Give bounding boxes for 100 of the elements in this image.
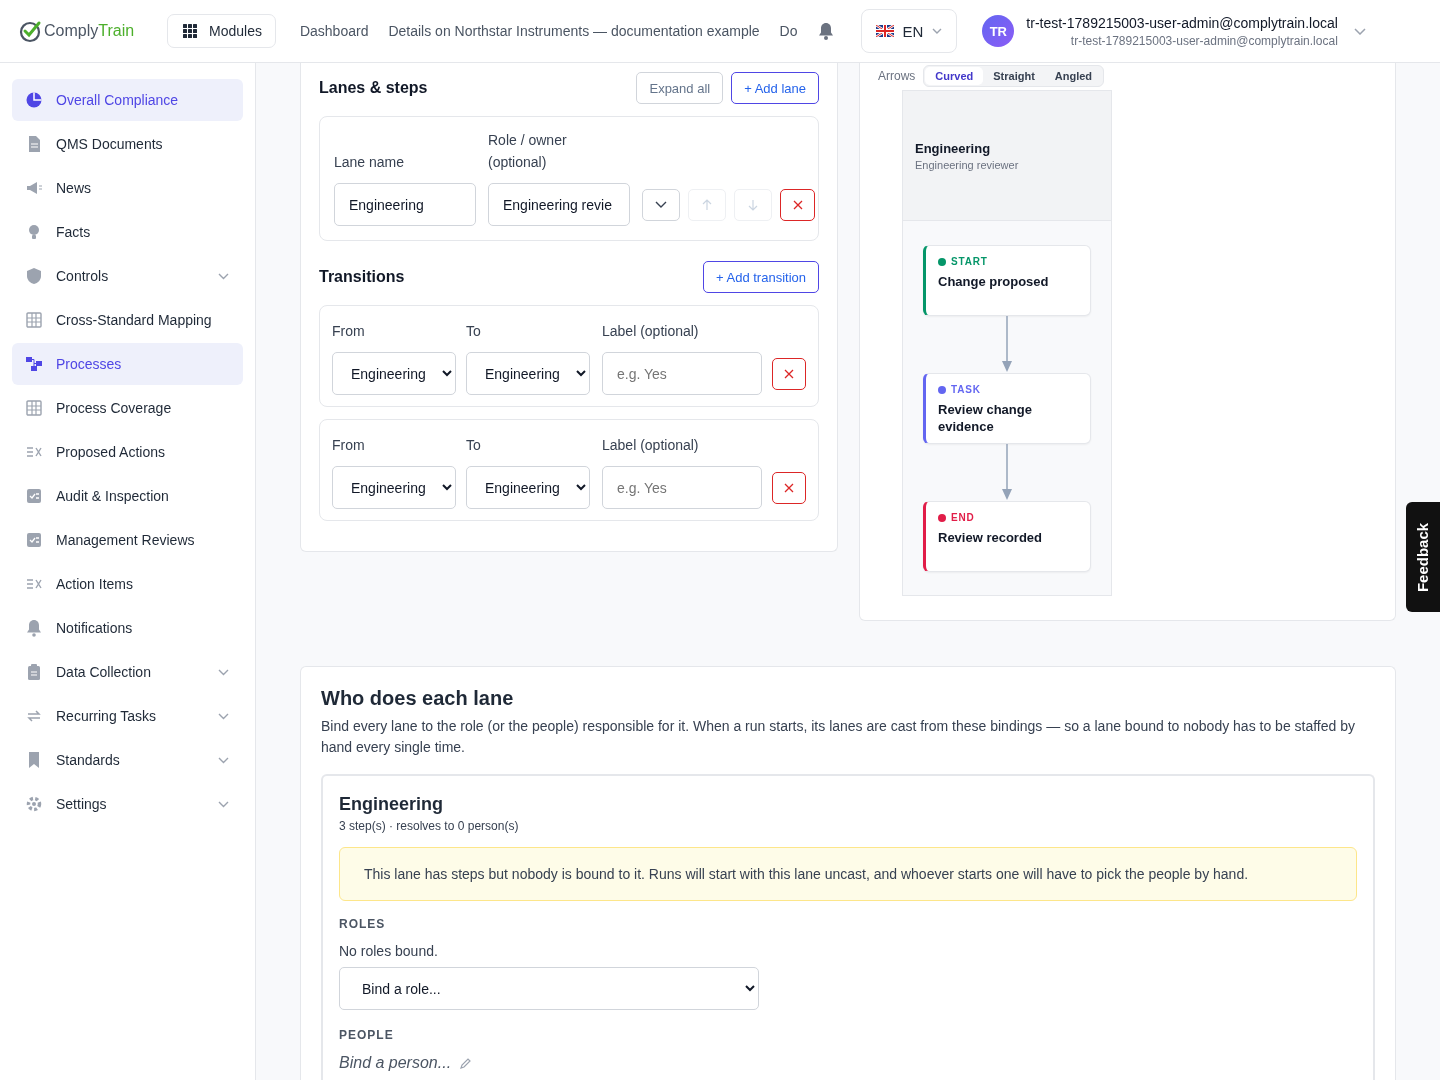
- sidebar-item[interactable]: Cross-Standard Mapping: [12, 299, 243, 341]
- grid-icon: [183, 24, 197, 38]
- flow-arrow: [1001, 316, 1013, 373]
- status-dot-icon: [938, 513, 946, 522]
- sidebar-item[interactable]: Data Collection: [12, 651, 243, 693]
- user-avatar[interactable]: TR: [982, 15, 1015, 47]
- grid-icon: [25, 311, 43, 329]
- lane-role: Engineering reviewer: [915, 158, 1020, 171]
- chevron-down-icon: [218, 712, 229, 720]
- arrow-style-option[interactable]: Angled: [1044, 67, 1103, 85]
- close-icon: [784, 483, 794, 493]
- checkmark-logo-icon: [19, 19, 43, 43]
- field-label: From: [332, 322, 366, 341]
- sidebar-item[interactable]: Overall Compliance: [12, 79, 243, 121]
- arrows-label: Arrows: [878, 69, 916, 83]
- field-label: From: [332, 436, 366, 455]
- lane-name-field[interactable]: Engineering: [334, 183, 476, 226]
- user-email: tr-test-1789215003-user-admin@complytrain.local: [1070, 33, 1338, 48]
- sidebar-item[interactable]: Action Items: [12, 563, 243, 605]
- arrow-style-option[interactable]: Curved: [925, 67, 984, 85]
- modules-button[interactable]: Modules: [167, 14, 276, 48]
- step-type: START: [938, 256, 1078, 267]
- sidebar-item[interactable]: Facts: [12, 211, 243, 253]
- bell-icon: [25, 619, 43, 637]
- sidebar-item[interactable]: Recurring Tasks: [12, 695, 243, 737]
- lane-name: Engineering: [915, 140, 992, 156]
- warning-banner: This lane has steps but nobody is bound to it. Runs will start with this lane uncast, and whoever starts one will have to pick the people by hand.: [339, 847, 1357, 901]
- chevron-down-icon: [218, 668, 229, 676]
- expand-all-button[interactable]: Expand all: [636, 72, 724, 104]
- chevron-down-icon[interactable]: [1353, 27, 1366, 35]
- from-select[interactable]: Engineering: [332, 352, 456, 395]
- roles-heading: ROLES: [339, 917, 386, 931]
- sidebar-item[interactable]: QMS Documents: [12, 123, 243, 165]
- people-heading: PEOPLE: [339, 1028, 394, 1042]
- chevron-down-icon: [655, 201, 667, 208]
- sidebar-item[interactable]: Settings: [12, 783, 243, 825]
- field-label: Role / owner (optional): [488, 131, 568, 172]
- sidebar-item[interactable]: Processes: [12, 343, 243, 385]
- lane-name: Engineering: [339, 794, 443, 815]
- step-title: Review change evidence: [938, 401, 1033, 435]
- table-icon: [25, 399, 43, 417]
- chevron-down-icon: [218, 756, 229, 764]
- to-select[interactable]: Engineering: [466, 466, 590, 509]
- pencil-icon[interactable]: [459, 1056, 473, 1070]
- field-label: To: [466, 436, 482, 455]
- section-title: Who does each lane: [321, 687, 515, 710]
- section-title: Transitions: [319, 268, 405, 286]
- step-title: Review recorded: [938, 529, 1044, 546]
- step-type: TASK: [938, 384, 1078, 395]
- status-dot-icon: [938, 385, 946, 394]
- arrow-style-option[interactable]: Straight: [983, 67, 1045, 85]
- language-button[interactable]: EN: [860, 9, 958, 53]
- notification-bell-icon[interactable]: [817, 22, 834, 40]
- delete-button[interactable]: [772, 358, 806, 390]
- user-name: tr-test-1789215003-user-admin@complytrain.local: [1026, 14, 1338, 31]
- step-node[interactable]: END Review recorded: [923, 501, 1091, 572]
- sidebar-item[interactable]: Controls: [12, 255, 243, 297]
- delete-button[interactable]: [772, 472, 806, 504]
- sidebar-item[interactable]: News: [12, 167, 243, 209]
- flow-arrow: [1001, 444, 1013, 501]
- sidebar-item[interactable]: Audit & Inspection: [12, 475, 243, 517]
- sidebar-item[interactable]: Standards: [12, 739, 243, 781]
- lane-summary: 3 step(s) · resolves to 0 person(s): [339, 819, 519, 833]
- arrow-up-icon: [702, 198, 712, 211]
- section-title: Lanes & steps: [319, 79, 428, 97]
- sidebar-item[interactable]: Process Coverage: [12, 387, 243, 429]
- label-field[interactable]: e.g. Yes: [602, 352, 762, 395]
- megaphone-icon: [25, 179, 43, 197]
- field-label: Label (optional): [602, 322, 700, 341]
- from-select[interactable]: Engineering: [332, 466, 456, 509]
- sidebar-item[interactable]: Notifications: [12, 607, 243, 649]
- person-field[interactable]: Bind a person...: [339, 1054, 452, 1072]
- feedback-tab[interactable]: Feedback: [1406, 502, 1440, 612]
- pie-chart-icon: [25, 91, 43, 109]
- role-select[interactable]: Bind a role...: [339, 967, 759, 1010]
- add-transition-button[interactable]: + Add transition: [703, 261, 819, 293]
- add-lane-button[interactable]: + Add lane: [731, 72, 819, 104]
- label-field[interactable]: e.g. Yes: [602, 466, 762, 509]
- chevron-down-icon: [218, 272, 229, 280]
- nav-link[interactable]: Details on Northstar Instruments — documentation example: [388, 23, 760, 39]
- field-label: Label (optional): [602, 436, 700, 455]
- sidebar-item[interactable]: Proposed Actions: [12, 431, 243, 473]
- nav-link[interactable]: Do: [779, 23, 798, 39]
- section-description: Bind every lane to the role (or the people) responsible for it. When a run starts, its lanes are cast from these bindings — so a lane bound to nobody has to be staffed by hand every single time.: [321, 717, 1356, 757]
- nav-link[interactable]: Dashboard: [299, 23, 369, 39]
- flag-icon: [875, 25, 894, 37]
- step-node[interactable]: START Change proposed: [923, 245, 1091, 316]
- step-title: Change proposed: [938, 273, 1050, 290]
- close-icon: [792, 199, 803, 210]
- brand-name: ComplyTrain: [44, 22, 135, 40]
- to-select[interactable]: Engineering: [466, 352, 590, 395]
- collapse-button[interactable]: [642, 188, 680, 221]
- role-field[interactable]: Engineering revie: [488, 183, 630, 226]
- close-icon: [784, 369, 794, 379]
- sidebar-item[interactable]: Management Reviews: [12, 519, 243, 561]
- shield-icon: [25, 267, 43, 285]
- step-type: END: [938, 512, 1078, 523]
- delete-button[interactable]: [780, 188, 815, 221]
- field-label: Lane name: [334, 153, 406, 172]
- step-node[interactable]: TASK Review change evidence: [923, 373, 1091, 444]
